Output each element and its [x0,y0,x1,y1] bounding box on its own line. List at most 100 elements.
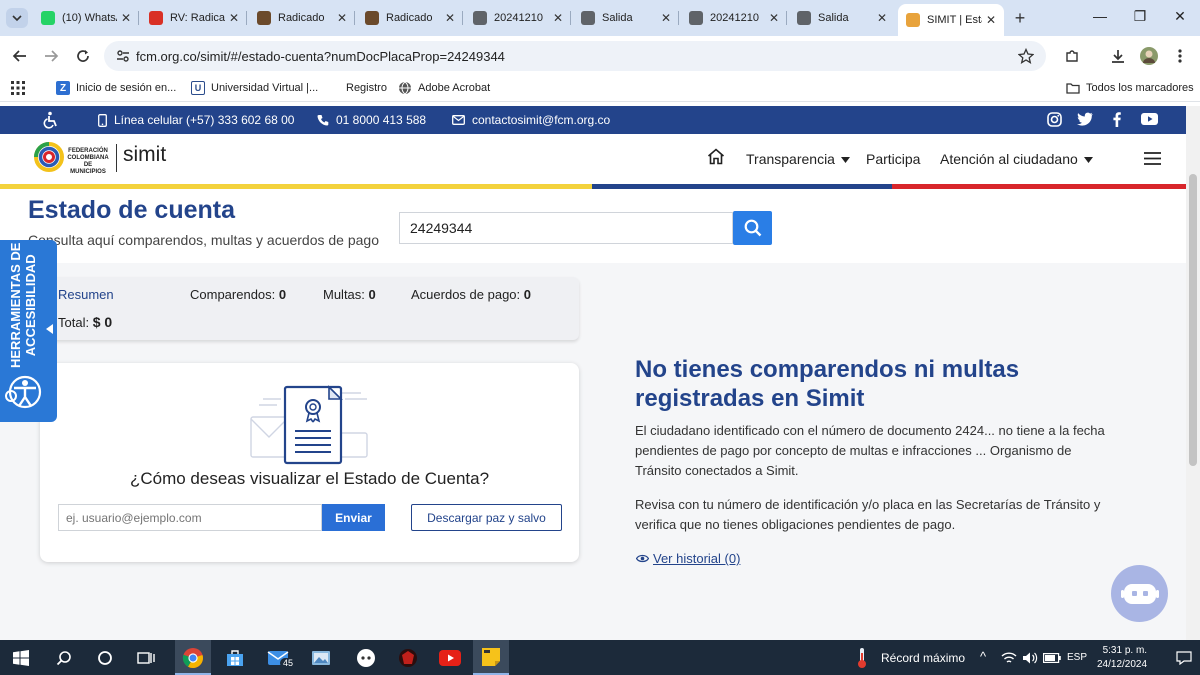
search-button[interactable] [733,211,772,245]
simit-icon [906,13,920,27]
mobile-phone-link[interactable]: Línea celular (+57) 333 602 68 00 [98,113,294,127]
all-bookmarks-label: Todos los marcadores [1086,82,1194,94]
contact-topbar: Línea celular (+57) 333 602 68 00 01 800… [0,106,1186,134]
tab-search-button[interactable] [6,8,28,28]
input-language[interactable]: ESP [1067,652,1087,663]
close-tab-icon[interactable]: ✕ [986,13,996,27]
store-bag-icon [227,650,243,666]
browser-tab[interactable]: RV: Radicado ✕ [141,4,247,32]
clock[interactable]: 5:31 p. m. 24/12/2024 [1097,644,1147,672]
close-tab-icon[interactable]: ✕ [877,11,887,25]
bookmark-item[interactable]: Registro [326,81,387,95]
browser-tab[interactable]: SIMIT | Estado ✕ [898,4,1004,36]
sticky-notes-taskbar-item[interactable] [473,640,509,675]
scrollbar-thumb[interactable] [1189,174,1197,466]
caret-down-icon [1083,157,1093,164]
minimize-button[interactable]: — [1090,8,1110,24]
chrome-taskbar-item[interactable] [175,640,211,675]
accessibility-line: ACCESIBILIDAD [23,254,38,357]
logo-divider [116,144,117,172]
multas-value: 0 [368,287,376,302]
fcm-logo[interactable] [34,142,64,172]
bookmark-item[interactable]: Z Inicio de sesión en... [56,81,176,95]
fcm-spiral-logo-icon [34,142,64,172]
speaker-button[interactable] [1018,646,1042,670]
extensions-button[interactable] [1062,46,1082,66]
comparendos-value: 0 [278,287,287,302]
menu-participa[interactable]: Participa [866,151,920,167]
search-taskbar-button[interactable] [52,646,76,670]
store-taskbar-item[interactable] [223,646,247,670]
app-taskbar-item[interactable] [354,646,378,670]
chrome-icon [182,648,203,669]
email-link[interactable]: contactosimit@fcm.org.co [452,113,610,127]
simit-brand[interactable]: simit [123,143,166,167]
browser-tab[interactable]: 20241210 ✕ [681,4,787,32]
app-taskbar-item[interactable] [396,646,420,670]
bookmark-item[interactable]: U Universidad Virtual |... [191,81,318,95]
downloads-button[interactable] [1108,46,1128,66]
download-paz-y-salvo-button[interactable]: Descargar paz y salvo [411,504,562,531]
youtube-taskbar-item[interactable] [438,646,462,670]
facebook-link[interactable] [1113,112,1128,127]
menu-atencion-ciudadano[interactable]: Atención al ciudadano [940,151,1093,167]
browser-tab[interactable]: Radicado ✕ [357,4,463,32]
task-view-button[interactable] [134,646,158,670]
browser-tab[interactable]: (10) WhatsApp ✕ [33,4,139,32]
logo-line: FEDERACIÓN [68,148,108,154]
tray-chevron-up-icon[interactable]: ^ [980,649,986,664]
browser-tab[interactable]: Salida ✕ [573,4,679,32]
cortana-button[interactable] [93,646,117,670]
comparendos-count: Comparendos: 0 [190,287,286,302]
close-tab-icon[interactable]: ✕ [121,11,131,25]
accessibility-link[interactable] [42,111,67,129]
start-button[interactable] [9,646,33,670]
browser-menu-button[interactable] [1170,46,1190,66]
close-tab-icon[interactable]: ✕ [229,11,239,25]
browser-tab[interactable]: 20241210 ✕ [465,4,571,32]
globe-icon [581,11,595,25]
restore-button[interactable]: ❐ [1130,8,1150,25]
bookmark-item[interactable]: Adobe Acrobat [398,81,490,95]
history-link[interactable]: Ver historial (0) [636,551,740,566]
send-button[interactable]: Enviar [322,504,385,531]
close-window-button[interactable]: ✕ [1170,8,1190,25]
new-tab-button[interactable]: + [1010,8,1030,28]
close-tab-icon[interactable]: ✕ [445,11,455,25]
back-button[interactable] [10,46,30,66]
browser-tab[interactable]: Radicado ✕ [249,4,355,32]
hamburger-menu-button[interactable] [1144,152,1161,165]
wheelchair-icon [43,111,57,129]
star-icon[interactable] [1018,48,1034,64]
chatbot-button[interactable] [1111,565,1168,622]
home-link[interactable] [707,148,725,165]
app-taskbar-item[interactable] [309,646,333,670]
reload-button[interactable] [73,46,93,66]
youtube-link[interactable] [1141,113,1165,125]
weather-widget[interactable] [850,646,874,670]
email-input[interactable] [58,504,322,531]
page-scrollbar[interactable] [1186,106,1200,640]
close-tab-icon[interactable]: ✕ [769,11,779,25]
site-settings-icon[interactable] [116,49,130,63]
bookmark-label: Inicio de sesión en... [76,82,177,94]
forward-button[interactable] [41,46,61,66]
document-search-input[interactable] [399,212,733,244]
logo-line: COLOMBIANA [67,155,109,161]
all-bookmarks-folder[interactable]: Todos los marcadores [1066,81,1194,95]
menu-transparencia[interactable]: Transparencia [746,151,850,167]
battery-indicator[interactable] [1040,646,1064,670]
twitter-link[interactable] [1077,112,1100,126]
instagram-link[interactable] [1047,112,1069,127]
tab-title: 20241210 [710,12,759,24]
profile-avatar[interactable] [1139,46,1159,66]
address-bar[interactable]: fcm.org.co/simit/#/estado-cuenta?numDocP… [104,41,1046,71]
browser-tab[interactable]: Salida ✕ [789,4,895,32]
close-tab-icon[interactable]: ✕ [337,11,347,25]
close-tab-icon[interactable]: ✕ [661,11,671,25]
close-tab-icon[interactable]: ✕ [553,11,563,25]
phone-link[interactable]: 01 8000 413 588 [317,113,426,127]
apps-button[interactable] [11,81,25,95]
notifications-button[interactable] [1172,646,1196,670]
browser-toolbar: fcm.org.co/simit/#/estado-cuenta?numDocP… [0,36,1200,76]
